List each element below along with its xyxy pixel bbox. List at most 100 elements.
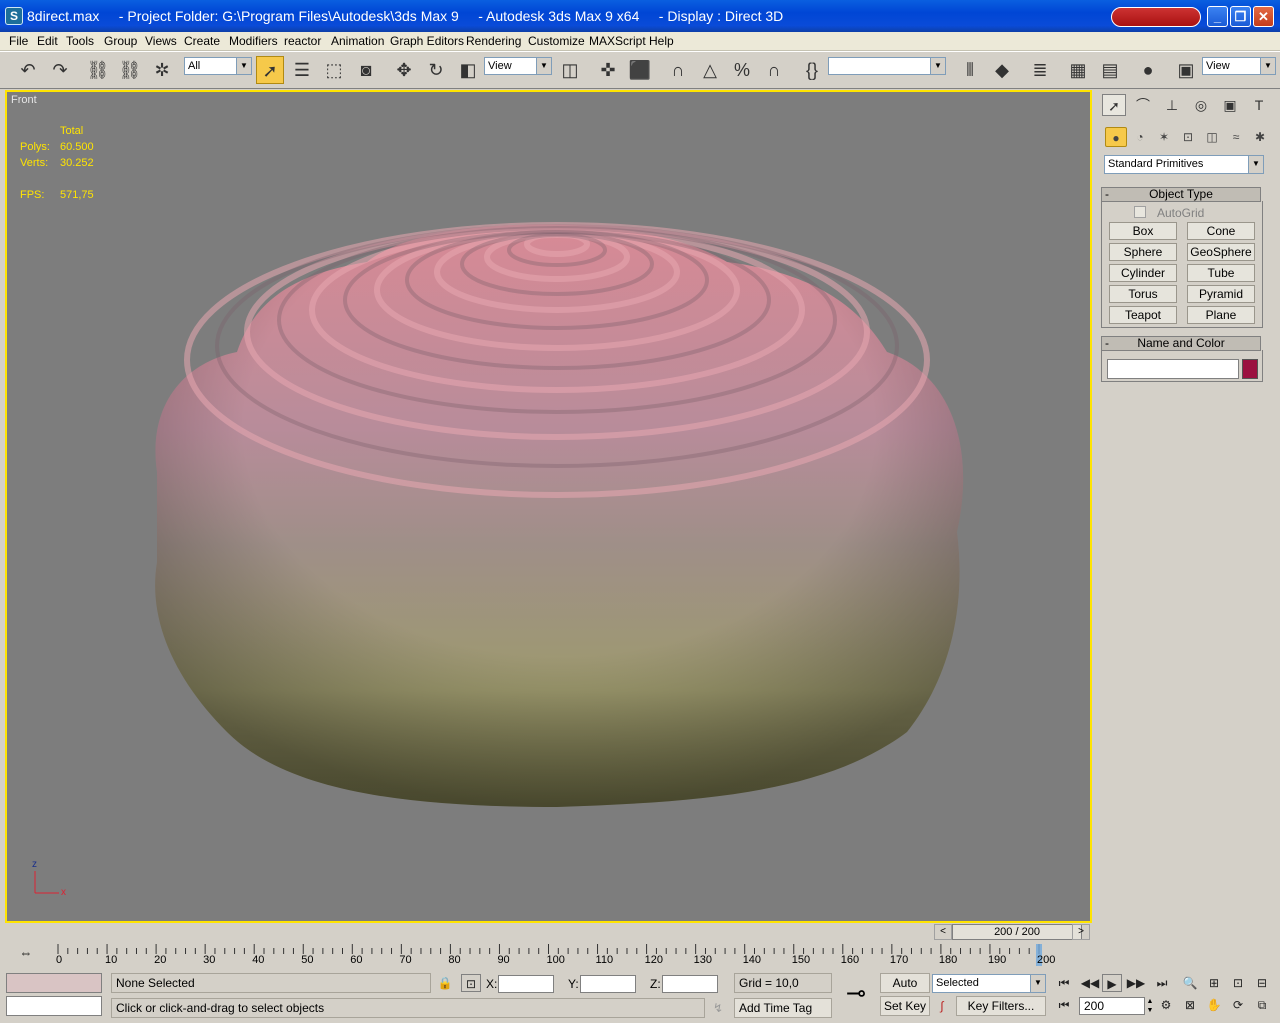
app-icon[interactable]: S: [5, 7, 23, 25]
torus-button[interactable]: Torus: [1109, 285, 1177, 303]
next-frame-icon[interactable]: ▶▶: [1126, 974, 1146, 992]
select-and-link-icon[interactable]: ⛓: [84, 56, 112, 84]
create-tab-icon[interactable]: ➚: [1102, 94, 1126, 116]
current-frame-field[interactable]: 200: [1079, 997, 1145, 1015]
close-button[interactable]: ✕: [1253, 6, 1274, 27]
select-object-icon[interactable]: ➚: [256, 56, 284, 84]
minimize-button[interactable]: _: [1207, 6, 1228, 27]
cone-button[interactable]: Cone: [1187, 222, 1255, 240]
set-key-icon[interactable]: ⊸: [838, 976, 874, 1012]
time-slider[interactable]: < 200 / 200 >: [5, 924, 1092, 940]
select-and-move-icon[interactable]: ✥: [390, 56, 418, 84]
hierarchy-tab-icon[interactable]: ⊥: [1160, 94, 1184, 116]
menu-modifiers[interactable]: Modifiers: [227, 33, 280, 50]
arc-rotate-icon[interactable]: ⟳: [1228, 996, 1248, 1014]
tube-button[interactable]: Tube: [1187, 264, 1255, 282]
shapes-icon[interactable]: ◔: [1129, 127, 1151, 147]
pan-icon[interactable]: ✋: [1204, 996, 1224, 1014]
pivot-center-icon[interactable]: ◫: [556, 56, 584, 84]
angle-snap-icon[interactable]: △: [696, 56, 724, 84]
helpers-icon[interactable]: ◫: [1201, 127, 1223, 147]
unlink-selection-icon[interactable]: ⛓: [116, 56, 144, 84]
schematic-view-icon[interactable]: ▤: [1096, 56, 1124, 84]
go-to-end-icon[interactable]: ⏭: [1152, 974, 1172, 992]
display-tab-icon[interactable]: ▣: [1218, 94, 1242, 116]
spinner-snap-icon[interactable]: ∩: [760, 56, 788, 84]
render-scene-icon[interactable]: ▣: [1172, 56, 1200, 84]
default-in-out-tangents-icon[interactable]: ∫: [932, 997, 952, 1015]
menu-tools[interactable]: Tools: [64, 33, 96, 50]
redo-icon[interactable]: ↷: [46, 56, 74, 84]
zoom-icon[interactable]: 🔍: [1180, 974, 1200, 992]
menu-group[interactable]: Group: [102, 33, 139, 50]
set-key-button[interactable]: Set Key: [880, 996, 930, 1016]
render-type-dropdown[interactable]: View ▼: [1202, 57, 1276, 75]
keyboard-shortcut-override-icon[interactable]: ⬛: [626, 56, 654, 84]
pyramid-button[interactable]: Pyramid: [1187, 285, 1255, 303]
object-name-field[interactable]: [1107, 359, 1239, 379]
x-coordinate-field[interactable]: [498, 975, 554, 993]
undo-icon[interactable]: ↶: [14, 56, 42, 84]
cameras-icon[interactable]: ⊡: [1177, 127, 1199, 147]
prev-frame-arrow-icon[interactable]: <: [934, 924, 952, 940]
maxscript-listener-input[interactable]: [6, 996, 102, 1016]
next-frame-arrow-icon[interactable]: >: [1072, 924, 1090, 940]
align-icon[interactable]: ◆: [988, 56, 1016, 84]
selection-filter-dropdown[interactable]: All ▼: [184, 57, 252, 75]
menu-edit[interactable]: Edit: [35, 33, 60, 50]
modify-tab-icon[interactable]: ⌒: [1131, 94, 1155, 116]
y-coordinate-field[interactable]: [580, 975, 636, 993]
space-warps-icon[interactable]: ≈: [1225, 127, 1247, 147]
maximize-viewport-icon[interactable]: ⧉: [1252, 996, 1272, 1014]
menu-views[interactable]: Views: [143, 33, 179, 50]
menu-create[interactable]: Create: [182, 33, 222, 50]
object-color-swatch[interactable]: [1242, 359, 1258, 379]
plane-button[interactable]: Plane: [1187, 306, 1255, 324]
primitive-category-dropdown[interactable]: Standard Primitives ▼: [1104, 155, 1264, 174]
menu-reactor[interactable]: reactor: [282, 33, 323, 50]
named-selection-dropdown[interactable]: ▼: [828, 57, 946, 75]
key-mode-dropdown[interactable]: Selected ▼: [932, 974, 1046, 993]
maxscript-listener-mini[interactable]: [6, 973, 102, 993]
menu-rendering[interactable]: Rendering: [464, 33, 523, 50]
key-filters-button[interactable]: Key Filters...: [956, 996, 1046, 1016]
z-coordinate-field[interactable]: [662, 975, 718, 993]
select-and-manipulate-icon[interactable]: ✜: [594, 56, 622, 84]
viewport-label[interactable]: Front: [11, 94, 37, 106]
time-configuration-icon[interactable]: ⚙: [1156, 996, 1176, 1014]
lights-icon[interactable]: ✶: [1153, 127, 1175, 147]
edit-named-selection-icon[interactable]: {}: [798, 56, 826, 84]
percent-snap-icon[interactable]: %: [728, 56, 756, 84]
menu-maxscript[interactable]: MAXScript: [587, 33, 648, 50]
name-color-rollout-header[interactable]: - Name and Color: [1101, 336, 1261, 351]
zoom-extents-icon[interactable]: ⊡: [1228, 974, 1248, 992]
curve-editor-icon[interactable]: ▦: [1064, 56, 1092, 84]
rippled-mesh-object[interactable]: [87, 202, 1027, 822]
menu-graph-editors[interactable]: Graph Editors: [388, 33, 466, 50]
select-and-rotate-icon[interactable]: ↻: [422, 56, 450, 84]
utilities-tab-icon[interactable]: T: [1247, 94, 1271, 116]
geometry-icon[interactable]: ●: [1105, 127, 1127, 147]
autogrid-checkbox[interactable]: [1134, 206, 1146, 218]
front-viewport[interactable]: Front Total Polys: 60.500 Verts: 30.252 …: [5, 90, 1092, 923]
reference-coordinate-dropdown[interactable]: View ▼: [484, 57, 552, 75]
auto-key-button[interactable]: Auto Key: [880, 973, 930, 1008]
material-editor-icon[interactable]: ●: [1134, 56, 1162, 84]
previous-frame-icon[interactable]: ◀◀: [1080, 974, 1100, 992]
zoom-all-icon[interactable]: ⊞: [1204, 974, 1224, 992]
menu-help[interactable]: Help: [647, 33, 676, 50]
snaps-toggle-icon[interactable]: ∩: [664, 56, 692, 84]
zoom-extents-all-icon[interactable]: ⊟: [1252, 974, 1272, 992]
time-slider-thumb[interactable]: 200 / 200: [952, 924, 1082, 940]
maximize-button[interactable]: ❐: [1230, 6, 1251, 27]
mirror-icon[interactable]: ⫴: [956, 56, 984, 84]
object-type-rollout-header[interactable]: - Object Type: [1101, 187, 1261, 202]
title-extra-buttons[interactable]: [1111, 7, 1201, 27]
bind-to-space-warp-icon[interactable]: ✲: [148, 56, 176, 84]
sphere-button[interactable]: Sphere: [1109, 243, 1177, 261]
geosphere-button[interactable]: GeoSphere: [1187, 243, 1255, 261]
motion-tab-icon[interactable]: ◎: [1189, 94, 1213, 116]
key-mode-toggle-icon[interactable]: ⏮: [1054, 996, 1074, 1014]
menu-animation[interactable]: Animation: [329, 33, 386, 50]
lock-icon[interactable]: 🔒: [435, 974, 455, 992]
